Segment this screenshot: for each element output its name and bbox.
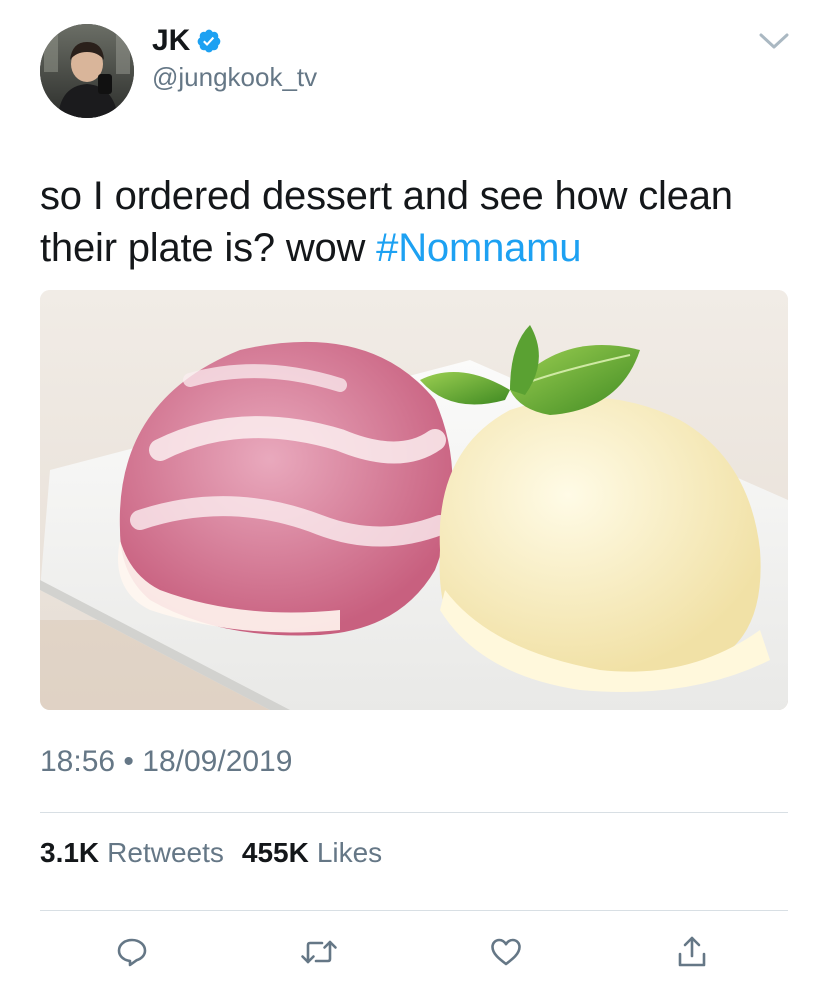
retweets-count: 3.1K: [40, 837, 100, 868]
hashtag-link[interactable]: #Nomnamu: [376, 226, 581, 270]
tweet-date: 18/09/2019: [142, 745, 293, 778]
chevron-down-icon[interactable]: [756, 26, 792, 56]
tweet-time: 18:56: [40, 745, 116, 778]
divider: [40, 910, 788, 911]
likes-stat[interactable]: 455K Likes: [242, 836, 382, 870]
divider: [40, 812, 788, 813]
retweets-stat[interactable]: 3.1K Retweets: [40, 836, 224, 870]
handle[interactable]: @jungkook_tv: [152, 62, 317, 92]
avatar[interactable]: [40, 24, 134, 118]
display-name-row: JK: [152, 24, 222, 58]
reply-icon: [115, 935, 149, 969]
tweet-stats: 3.1K Retweets 455K Likes: [40, 836, 400, 870]
timestamp[interactable]: 18:56 • 18/09/2019: [40, 744, 292, 780]
likes-label: Likes: [316, 837, 383, 868]
retweets-label: Retweets: [107, 837, 224, 868]
likes-count: 455K: [241, 837, 309, 868]
share-icon: [675, 934, 709, 970]
reply-button[interactable]: [110, 930, 154, 974]
like-button[interactable]: [484, 930, 528, 974]
display-name[interactable]: JK: [152, 24, 190, 58]
tweet: JK @jungkook_tv so I ordered dessert and…: [0, 0, 828, 1000]
share-button[interactable]: [670, 930, 714, 974]
verified-badge-icon: [196, 28, 222, 54]
tweet-media-image[interactable]: [40, 290, 788, 710]
tweet-text: so I ordered dessert and see how clean t…: [40, 170, 800, 274]
separator-dot: •: [123, 745, 134, 778]
retweet-button[interactable]: [297, 930, 341, 974]
retweet-icon: [299, 935, 339, 969]
like-icon: [489, 935, 523, 969]
